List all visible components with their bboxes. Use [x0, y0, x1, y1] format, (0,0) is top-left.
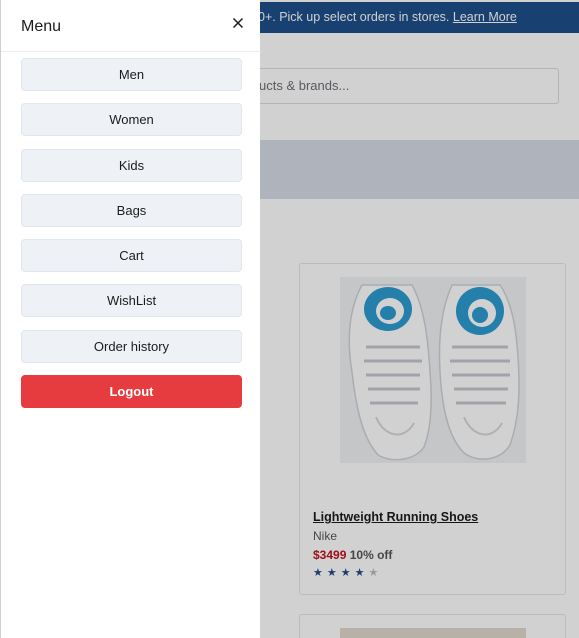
menu-item-women[interactable]: Women [21, 103, 242, 137]
menu-drawer: Menu Men Women Kids Bags Cart WishList O… [0, 0, 261, 638]
menu-item-order-history[interactable]: Order history [21, 329, 242, 363]
menu-item-bags[interactable]: Bags [21, 193, 242, 227]
menu-item-cart[interactable]: Cart [21, 239, 242, 273]
close-icon[interactable] [227, 12, 249, 34]
drawer-title: Menu [21, 18, 62, 35]
logout-button[interactable]: Logout [21, 375, 242, 409]
drawer-header: Menu [1, 0, 261, 52]
menu-item-men[interactable]: Men [21, 58, 242, 91]
menu-list: Men Women Kids Bags Cart WishList Order … [21, 58, 242, 409]
menu-item-kids[interactable]: Kids [21, 148, 242, 182]
menu-item-wishlist[interactable]: WishList [21, 284, 242, 318]
